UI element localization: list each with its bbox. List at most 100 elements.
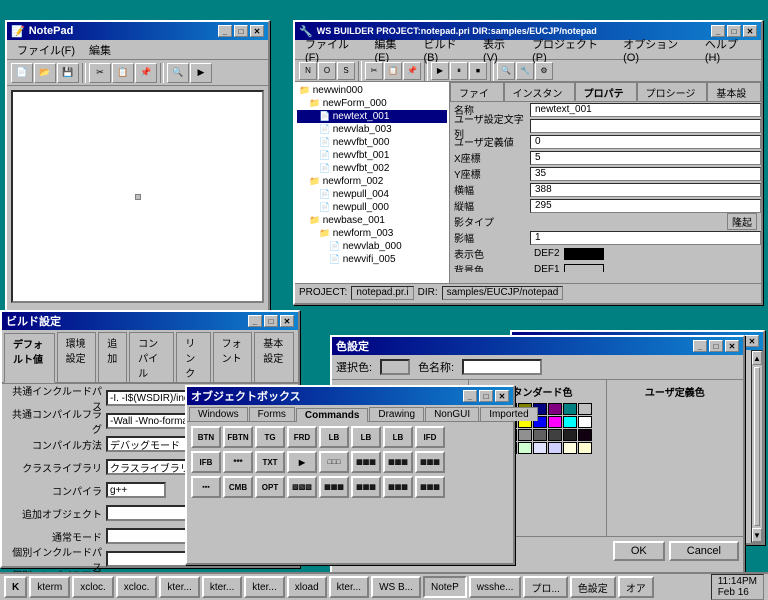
tb-kter1[interactable]: kter... xyxy=(159,576,199,598)
buildconfig-titlebar[interactable]: ビルド設定 _ □ ✕ xyxy=(2,312,298,330)
tree-newvfbt000[interactable]: newvfbt_000 xyxy=(297,136,447,149)
tb-xload[interactable]: xload xyxy=(287,576,327,598)
color-cell[interactable] xyxy=(548,429,562,441)
tab-font[interactable]: フォント xyxy=(213,332,253,382)
color-cell[interactable] xyxy=(563,403,577,415)
prop-y-value[interactable]: 35 xyxy=(530,167,761,181)
color-cell[interactable] xyxy=(548,416,562,428)
color-cell[interactable] xyxy=(548,403,562,415)
tab-compile[interactable]: コンパイル xyxy=(129,332,174,382)
tb-notepad[interactable]: NoteP xyxy=(423,576,467,598)
btn-sq4[interactable]: ▦▦▦ xyxy=(415,451,445,473)
prop-fg-value[interactable]: DEF2 xyxy=(530,247,761,261)
copy-btn[interactable]: 📋 xyxy=(112,63,134,83)
tab-drawing[interactable]: Drawing xyxy=(369,407,424,421)
btn-grid3[interactable]: ▦▦▦ xyxy=(351,476,381,498)
buildconfig-maximize-btn[interactable]: □ xyxy=(264,315,278,327)
tab-link[interactable]: リンク xyxy=(176,332,210,382)
btn-sq2[interactable]: ▦▦▦ xyxy=(351,451,381,473)
objbox-maximize-btn[interactable]: □ xyxy=(479,390,493,402)
tab-basic[interactable]: 基本設定 xyxy=(707,82,761,101)
colorpanel-close-btn[interactable]: ✕ xyxy=(745,335,759,347)
tab-add[interactable]: 追加 xyxy=(98,332,127,382)
prop-x-value[interactable]: 5 xyxy=(530,151,761,165)
color-close-btn[interactable]: ✕ xyxy=(725,340,739,352)
color-cell[interactable] xyxy=(563,429,577,441)
btn-TG[interactable]: TG xyxy=(255,426,285,448)
tb-btn1[interactable]: 🔍 xyxy=(167,63,189,83)
scroll-down-arrow[interactable]: ▼ xyxy=(752,528,762,542)
scroll-thumb[interactable] xyxy=(754,367,760,526)
new-btn[interactable]: 📄 xyxy=(11,63,33,83)
color-titlebar[interactable]: 色設定 _ □ ✕ xyxy=(332,337,743,355)
color-cell[interactable] xyxy=(578,442,592,454)
color-cell[interactable] xyxy=(578,416,592,428)
objbox-titlebar[interactable]: オブジェクトボックス _ □ ✕ xyxy=(187,387,513,405)
tab-forms[interactable]: Forms xyxy=(249,407,295,421)
tb-kter2[interactable]: kter... xyxy=(202,576,242,598)
tab-instance[interactable]: インスタンス xyxy=(504,82,575,101)
color-maximize-btn[interactable]: □ xyxy=(709,340,723,352)
color-cell[interactable] xyxy=(563,416,577,428)
notepad-menu-edit[interactable]: 編集 xyxy=(83,40,117,60)
color-cell[interactable] xyxy=(533,429,547,441)
btn-star[interactable]: *** xyxy=(223,451,253,473)
tree-newform002[interactable]: newform_002 xyxy=(297,175,447,188)
tb-color[interactable]: 色設定 xyxy=(570,576,616,598)
color-cell[interactable] xyxy=(548,442,562,454)
btn-BTN[interactable]: BTN xyxy=(191,426,221,448)
tab-procedure[interactable]: プロシージャ xyxy=(637,82,708,101)
selected-color-swatch[interactable] xyxy=(380,359,410,375)
tab-commands[interactable]: Commands xyxy=(296,408,368,422)
color-cell[interactable] xyxy=(578,429,592,441)
btn-sq1[interactable]: □□□ xyxy=(319,451,349,473)
tb-wsb[interactable]: WS B... xyxy=(371,576,421,598)
tree-newvfbt001[interactable]: newvfbt_001 xyxy=(297,149,447,162)
ws-btn6[interactable]: 📌 xyxy=(403,62,421,80)
ws-open-btn[interactable]: O xyxy=(318,62,336,80)
tab-imported[interactable]: Imported xyxy=(480,407,537,421)
prop-bg-value[interactable]: DEF1 xyxy=(530,263,761,273)
menu-help[interactable]: ヘルプ(H) xyxy=(699,34,757,66)
btn-sq3[interactable]: ▦▦▦ xyxy=(383,451,413,473)
prop-w-value[interactable]: 388 xyxy=(530,183,761,197)
paste-btn[interactable]: 📌 xyxy=(135,63,157,83)
btn-TXT[interactable]: TXT xyxy=(255,451,285,473)
tree-newvfbt002[interactable]: newvfbt_002 xyxy=(297,162,447,175)
tab-property[interactable]: プロパティ xyxy=(575,82,637,101)
tab-windows[interactable]: Windows xyxy=(189,407,248,421)
tree-newform003[interactable]: newform_003 xyxy=(297,227,447,240)
ws-btn8[interactable]: ⏸ xyxy=(450,62,468,80)
tb-kterm1[interactable]: kterm xyxy=(29,576,70,598)
btn-CMB[interactable]: CMB xyxy=(223,476,253,498)
prop-userdef-value[interactable]: 0 xyxy=(530,135,761,149)
tb-btn2[interactable]: ▶ xyxy=(190,63,212,83)
tb-wsshe[interactable]: wsshe... xyxy=(469,576,522,598)
open-btn[interactable]: 📂 xyxy=(34,63,56,83)
btn-OPT[interactable]: OPT xyxy=(255,476,285,498)
prop-shadoww-value[interactable]: 1 xyxy=(530,231,761,245)
tree-newvlab003[interactable]: newvlab_003 xyxy=(297,123,447,136)
project-tree[interactable]: newwin000 newForm_000 newtext_001 newvla… xyxy=(295,82,450,283)
cut-btn[interactable]: ✂ xyxy=(89,63,111,83)
notepad-canvas[interactable] xyxy=(11,90,264,303)
tree-newtext001[interactable]: newtext_001 xyxy=(297,110,447,123)
ws-btn7[interactable]: ▶ xyxy=(431,62,449,80)
btn-LB1[interactable]: LB xyxy=(319,426,349,448)
color-cell[interactable] xyxy=(533,442,547,454)
notepad-close-btn[interactable]: ✕ xyxy=(250,25,264,37)
buildconfig-minimize-btn[interactable]: _ xyxy=(248,315,262,327)
tab-nongui[interactable]: NonGUI xyxy=(425,407,479,421)
start-btn[interactable]: K xyxy=(4,576,27,598)
color-minimize-btn[interactable]: _ xyxy=(693,340,707,352)
color-cell[interactable] xyxy=(518,429,532,441)
tree-newform000[interactable]: newForm_000 xyxy=(297,97,447,110)
ws-new-btn[interactable]: N xyxy=(299,62,317,80)
ws-btn5[interactable]: 📋 xyxy=(384,62,402,80)
color-name-input[interactable] xyxy=(462,359,542,375)
tb-xcloc1[interactable]: xcloc. xyxy=(72,576,114,598)
btn-grid5[interactable]: ▦▦▦ xyxy=(415,476,445,498)
ws-save-btn[interactable]: S xyxy=(337,62,355,80)
objbox-close-btn[interactable]: ✕ xyxy=(495,390,509,402)
colorpanel-scrollbar[interactable]: ▲ ▼ xyxy=(751,350,763,543)
